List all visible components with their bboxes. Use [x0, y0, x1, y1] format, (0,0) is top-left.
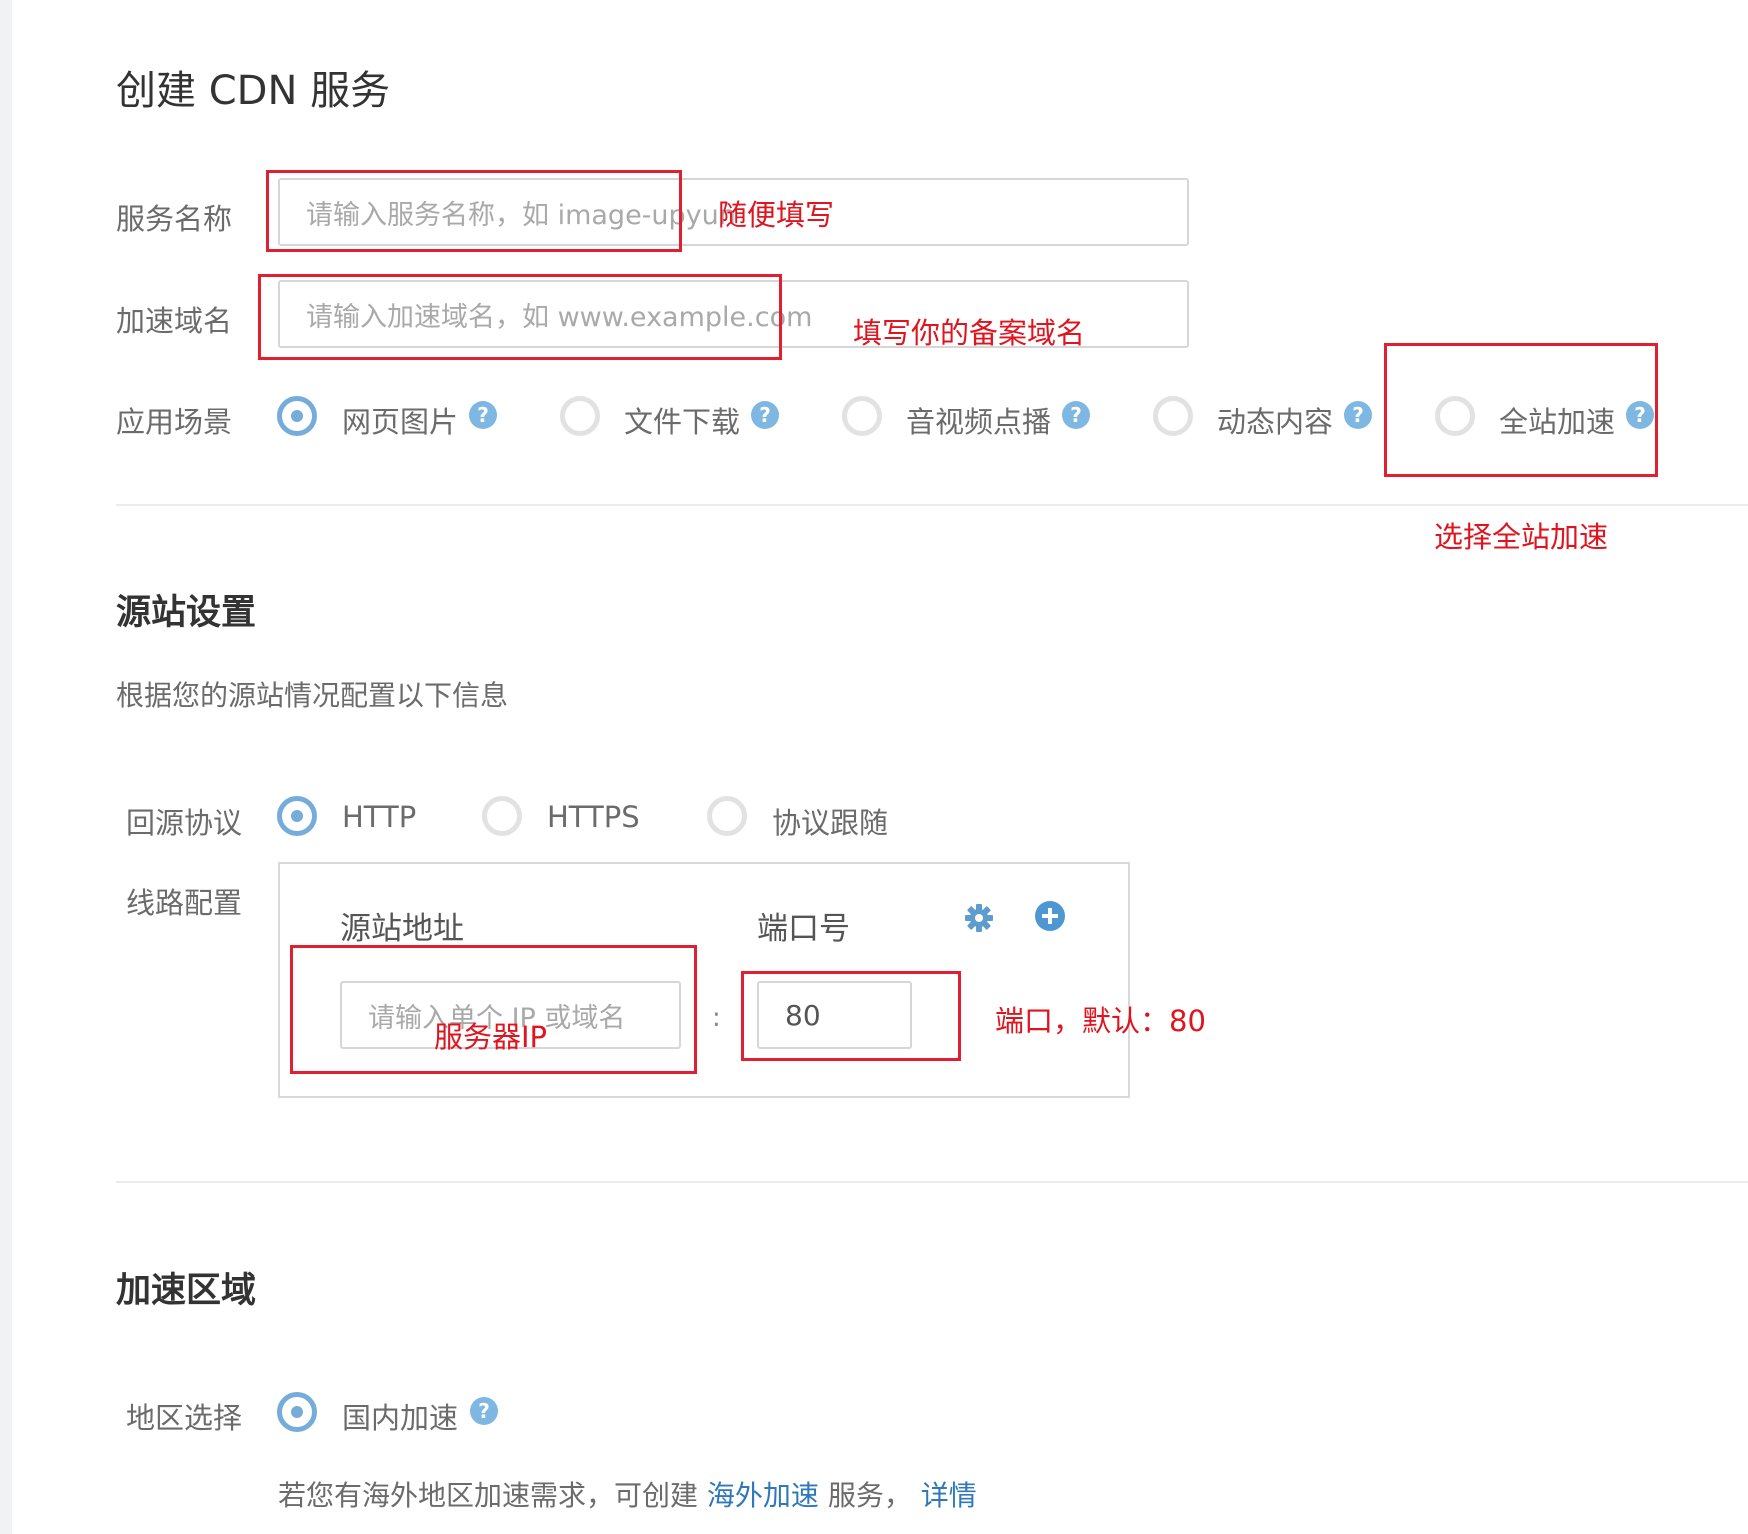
overseas-note: 若您有海外地区加速需求，可创建 海外加速 服务， 详情	[278, 1474, 977, 1514]
protocol-radio-https[interactable]	[482, 796, 522, 836]
add-circle-icon[interactable]	[1034, 900, 1066, 932]
help-icon[interactable]: ?	[751, 401, 779, 429]
scene-radio-web-images[interactable]	[277, 396, 317, 436]
scene-option-label: 文件下载	[624, 405, 741, 439]
region-option-label: 国内加速	[342, 1401, 459, 1435]
overseas-acceleration-link[interactable]: 海外加速	[707, 1479, 819, 1512]
details-link[interactable]: 详情	[921, 1479, 977, 1512]
scene-label: 应用场景	[116, 405, 233, 439]
help-icon[interactable]: ?	[470, 1397, 498, 1425]
annotation-box-full-site	[1384, 343, 1658, 477]
help-icon[interactable]: ?	[1062, 401, 1090, 429]
origin-address-header: 源站地址	[340, 911, 464, 947]
protocol-radio-http[interactable]	[277, 796, 317, 836]
route-label: 线路配置	[126, 886, 243, 920]
section-divider	[116, 504, 1748, 506]
annotation-box-port	[741, 971, 961, 1061]
region-section-title: 加速区域	[116, 1271, 257, 1311]
help-icon[interactable]: ?	[1344, 401, 1372, 429]
origin-description: 根据您的源站情况配置以下信息	[116, 679, 509, 712]
scene-option-label: 音视频点播	[906, 405, 1052, 439]
port-header: 端口号	[757, 911, 850, 947]
annotation-server-ip: 服务器IP	[434, 1020, 548, 1054]
address-port-separator: :	[712, 1003, 721, 1033]
left-sidebar-edge	[0, 0, 12, 1534]
help-icon[interactable]: ?	[469, 401, 497, 429]
scene-radio-file-download[interactable]	[560, 396, 600, 436]
scene-option-label: 动态内容	[1217, 405, 1334, 439]
annotation-port: 端口，默认：80	[995, 1004, 1206, 1038]
scene-radio-video-on-demand[interactable]	[842, 396, 882, 436]
protocol-label: 回源协议	[126, 806, 243, 840]
annotation-box-service-name	[266, 170, 682, 252]
scene-option-label: 网页图片	[342, 405, 459, 439]
annotation-scene: 选择全站加速	[1434, 520, 1609, 554]
domain-label: 加速域名	[116, 304, 233, 338]
protocol-radio-follow[interactable]	[707, 796, 747, 836]
region-radio-domestic[interactable]	[277, 1392, 317, 1432]
protocol-option-label: HTTP	[342, 800, 417, 834]
protocol-option-label: 协议跟随	[772, 806, 889, 840]
annotation-domain: 填写你的备案域名	[853, 316, 1086, 350]
section-divider	[116, 1181, 1748, 1183]
annotation-service-name: 随便填写	[718, 198, 835, 232]
origin-section-title: 源站设置	[116, 593, 257, 633]
annotation-box-domain	[258, 274, 782, 360]
overseas-note-mid: 服务，	[827, 1479, 912, 1512]
service-name-label: 服务名称	[116, 202, 233, 236]
gear-icon[interactable]	[963, 902, 995, 934]
page-title: 创建 CDN 服务	[116, 68, 391, 114]
region-label: 地区选择	[126, 1401, 243, 1435]
protocol-option-label: HTTPS	[547, 800, 640, 834]
overseas-note-text: 若您有海外地区加速需求，可创建	[278, 1479, 699, 1512]
scene-radio-dynamic-content[interactable]	[1153, 396, 1193, 436]
